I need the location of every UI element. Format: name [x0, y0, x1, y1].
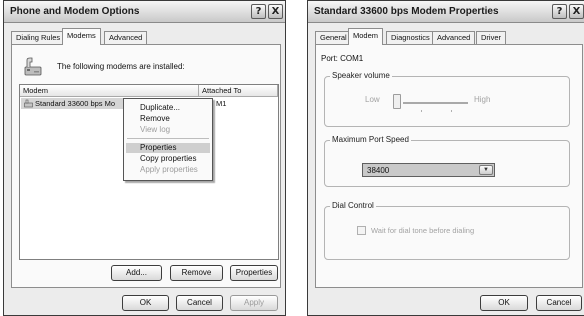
apply-button: Apply [230, 295, 278, 311]
menu-item-apply-properties: Apply properties [140, 165, 198, 174]
title-bar[interactable]: Standard 33600 bps Modem Properties ? X [308, 1, 584, 23]
modem-properties-dialog: Standard 33600 bps Modem Properties ? X … [307, 0, 584, 316]
window-title: Phone and Modem Options [10, 6, 140, 17]
remove-button[interactable]: Remove [170, 265, 223, 281]
modem-icon [24, 57, 42, 76]
title-bar[interactable]: Phone and Modem Options ? X [4, 1, 285, 23]
menu-item-remove[interactable]: Remove [126, 114, 210, 124]
modem-name-cell: Standard 33600 bps Mo [35, 99, 116, 108]
volume-slider-thumb [393, 94, 401, 109]
dial-control-group: Dial Control Wait for dial tone before d… [324, 201, 570, 260]
cancel-button[interactable]: Cancel [536, 295, 582, 311]
ok-button[interactable]: OK [122, 295, 169, 311]
tab-dialing-rules[interactable]: Dialing Rules [11, 31, 66, 44]
speaker-volume-legend: Speaker volume [330, 71, 392, 80]
port-speed-value: 38400 [367, 166, 390, 175]
attached-to-cell: M1 [216, 99, 227, 108]
window-title: Standard 33600 bps Modem Properties [314, 6, 499, 17]
dial-control-legend: Dial Control [330, 201, 376, 210]
tab-advanced[interactable]: Advanced [432, 31, 476, 44]
menu-item-copy-properties[interactable]: Copy properties [126, 154, 210, 164]
port-label: Port: COM1 [321, 54, 364, 63]
menu-separator [127, 138, 209, 139]
installed-modems-text: The following modems are installed: [57, 62, 185, 71]
tab-driver[interactable]: Driver [476, 31, 506, 44]
wait-for-dial-tone-checkbox [357, 226, 366, 235]
modem-icon [24, 99, 33, 108]
tab-modems[interactable]: Modems [62, 28, 101, 45]
speaker-volume-group: Speaker volume Low High [324, 71, 570, 127]
tab-diagnostics[interactable]: Diagnostics [386, 31, 435, 44]
volume-high-label: High [474, 95, 491, 104]
volume-low-label: Low [365, 95, 380, 104]
column-header-modem[interactable]: Modem [20, 85, 199, 97]
close-button[interactable]: X [569, 4, 584, 19]
close-button[interactable]: X [268, 4, 283, 19]
chevron-down-icon[interactable]: ▼ [479, 165, 493, 175]
port-speed-select[interactable]: 38400 ▼ [362, 163, 495, 177]
volume-slider-track [403, 102, 468, 104]
context-menu: Duplicate... Remove View log Properties … [123, 98, 213, 181]
cancel-button[interactable]: Cancel [176, 295, 223, 311]
tab-advanced[interactable]: Advanced [104, 31, 148, 44]
tab-general[interactable]: General [315, 31, 352, 44]
wait-for-dial-tone-label: Wait for dial tone before dialing [371, 226, 475, 235]
slider-tick [451, 110, 452, 112]
tab-modem[interactable]: Modem [348, 28, 384, 45]
help-button[interactable]: ? [552, 4, 567, 19]
phone-and-modem-options-dialog: Phone and Modem Options ? X Dialing Rule… [3, 0, 286, 316]
help-button[interactable]: ? [251, 4, 266, 19]
menu-item-properties[interactable]: Properties [126, 143, 210, 153]
max-port-speed-legend: Maximum Port Speed [330, 135, 411, 144]
ok-button[interactable]: OK [480, 295, 528, 311]
menu-item-duplicate[interactable]: Duplicate... [126, 103, 210, 113]
slider-tick [421, 110, 422, 112]
properties-button[interactable]: Properties [230, 265, 278, 281]
menu-item-view-log: View log [140, 125, 171, 134]
column-header-attached-to[interactable]: Attached To [199, 85, 278, 97]
max-port-speed-group: Maximum Port Speed 38400 ▼ [324, 135, 570, 187]
add-button[interactable]: Add... [111, 265, 162, 281]
